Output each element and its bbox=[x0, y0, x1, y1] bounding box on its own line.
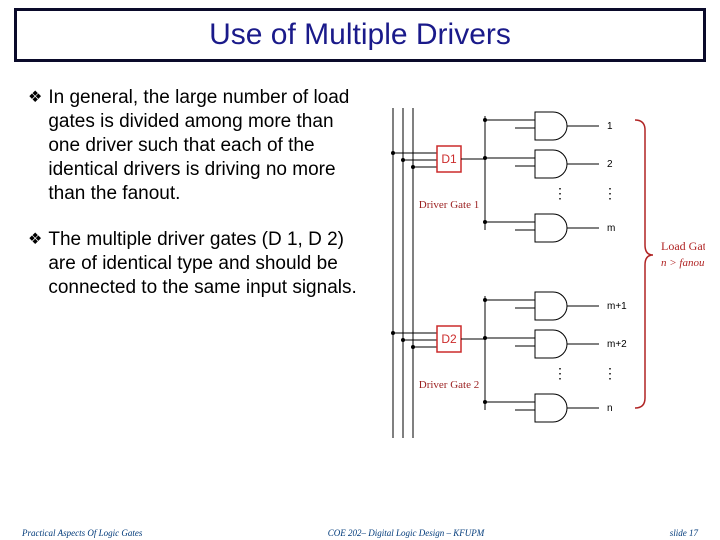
driver-label: Driver Gate 2 bbox=[419, 379, 479, 391]
footer-center: COE 202– Digital Logic Design – KFUPM bbox=[328, 528, 485, 538]
svg-text:⋮: ⋮ bbox=[603, 365, 617, 381]
fanout-caption: n > fanout bbox=[661, 257, 705, 269]
bullet-item: ❖ The multiple driver gates (D 1, D 2) a… bbox=[28, 228, 368, 300]
driver-name: D1 bbox=[441, 152, 457, 166]
slide-title: Use of Multiple Drivers bbox=[209, 18, 511, 52]
bullet-item: ❖ In general, the large number of load g… bbox=[28, 86, 368, 206]
svg-text:⋮: ⋮ bbox=[553, 365, 567, 381]
load-gates-caption: Load Gates bbox=[661, 239, 705, 253]
load-label: 2 bbox=[607, 159, 613, 170]
load-label: m bbox=[607, 223, 615, 234]
body-text: ❖ In general, the large number of load g… bbox=[28, 86, 368, 322]
load-label: m+2 bbox=[607, 339, 627, 350]
load-label: m+1 bbox=[607, 301, 627, 312]
driver-name: D2 bbox=[441, 332, 457, 346]
load-label: n bbox=[607, 403, 613, 414]
bullet-text: In general, the large number of load gat… bbox=[48, 86, 368, 206]
footer: Practical Aspects Of Logic Gates COE 202… bbox=[22, 528, 698, 538]
footer-right: slide 17 bbox=[670, 528, 698, 538]
bullet-text: The multiple driver gates (D 1, D 2) are… bbox=[48, 228, 368, 300]
title-inner: Use of Multiple Drivers bbox=[17, 11, 703, 59]
svg-text:⋮: ⋮ bbox=[553, 185, 567, 201]
svg-text:⋮: ⋮ bbox=[603, 185, 617, 201]
footer-left: Practical Aspects Of Logic Gates bbox=[22, 528, 142, 538]
circuit-diagram: D1 Driver Gate 1 1 2 ⋮ ⋮ m D2 Driver Gat… bbox=[385, 98, 705, 448]
diamond-bullet-icon: ❖ bbox=[28, 228, 42, 252]
driver-label: Driver Gate 1 bbox=[419, 199, 479, 211]
title-bar: Use of Multiple Drivers bbox=[14, 8, 706, 62]
diamond-bullet-icon: ❖ bbox=[28, 86, 42, 110]
load-label: 1 bbox=[607, 121, 613, 132]
